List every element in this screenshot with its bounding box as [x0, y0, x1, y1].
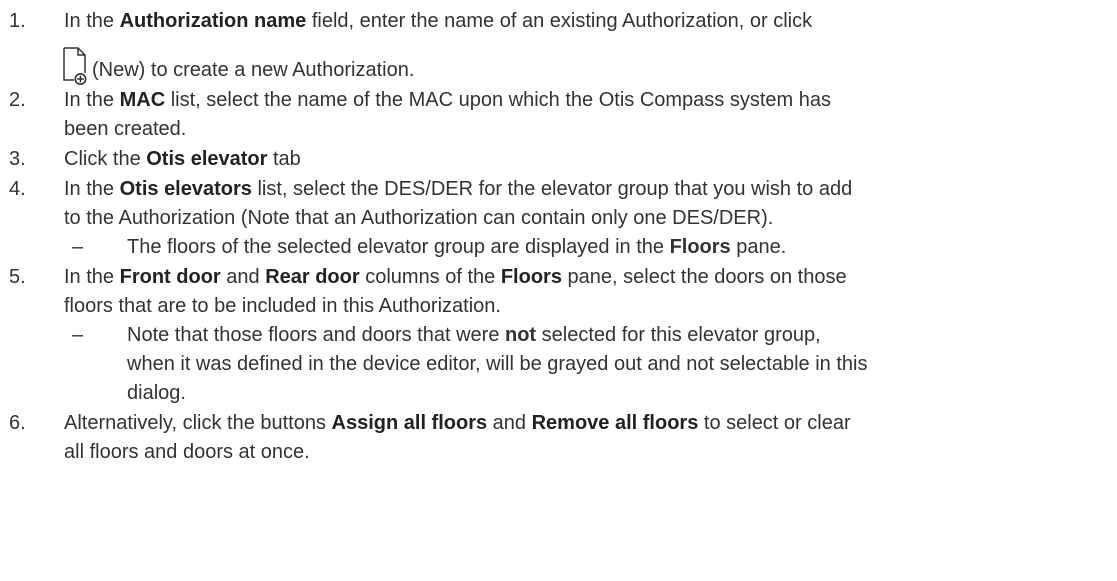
text-run: The floors of the selected elevator grou…: [127, 236, 670, 258]
subitem-text-continued: dialog.: [127, 382, 186, 404]
ui-term: Otis elevator: [146, 148, 268, 170]
bullet-dash: –: [72, 324, 84, 346]
new-icon-caption: (New) to create a new Authorization.: [92, 59, 415, 81]
ui-term: Remove all floors: [531, 412, 699, 434]
text-run: In the: [64, 10, 120, 32]
subitem-text-continued: when it was defined in the device editor…: [127, 353, 868, 375]
text-run: In the: [64, 266, 120, 288]
step-text: In the Front door and Rear door columns …: [64, 263, 1109, 292]
ui-term: not: [505, 324, 537, 346]
text-run: field, enter the name of an existing Aut…: [306, 10, 813, 32]
ui-term: Front door: [119, 266, 221, 288]
ui-term: MAC: [119, 89, 166, 111]
step-text: In the Otis elevators list, select the D…: [64, 175, 1109, 204]
step-number: 5.: [9, 266, 26, 288]
step-number: 6.: [9, 412, 26, 434]
step-number: 4.: [9, 178, 26, 200]
step-1: 1. In the Authorization name field, ente…: [9, 7, 1109, 85]
new-document-icon: [63, 47, 87, 85]
ui-term: Rear door: [265, 266, 360, 288]
step-4: 4. In the Otis elevators list, select th…: [9, 175, 1109, 262]
step-text: In the Authorization name field, enter t…: [64, 7, 1109, 36]
step-number: 2.: [9, 89, 26, 111]
step-2: 2. In the MAC list, select the name of t…: [9, 86, 1109, 144]
text-run: to select or clear: [698, 412, 851, 434]
step-4-subitem: – The floors of the selected elevator gr…: [64, 233, 1109, 262]
step-5: 5. In the Front door and Rear door colum…: [9, 263, 1109, 408]
text-run: and: [220, 266, 266, 288]
new-button-line: (New) to create a new Authorization.: [62, 36, 1109, 85]
text-run: In the: [64, 89, 120, 111]
step-5-subitem: – Note that those floors and doors that …: [64, 321, 1109, 408]
ui-term: Floors: [669, 236, 731, 258]
ui-term: Otis elevators: [119, 178, 252, 200]
step-text: Click the Otis elevator tab: [64, 145, 1109, 174]
step-text: In the MAC list, select the name of the …: [64, 86, 1109, 115]
ui-term: Assign all floors: [331, 412, 488, 434]
step-number: 1.: [9, 10, 26, 32]
text-run: pane.: [730, 236, 787, 258]
step-3: 3. Click the Otis elevator tab: [9, 145, 1109, 174]
text-run: selected for this elevator group,: [536, 324, 821, 346]
ui-term: Authorization name: [119, 10, 307, 32]
text-run: columns of the: [359, 266, 501, 288]
document-page: 1. In the Authorization name field, ente…: [0, 0, 1117, 581]
step-6: 6. Alternatively, click the buttons Assi…: [9, 409, 1109, 467]
step-text-continued: floors that are to be included in this A…: [64, 295, 501, 317]
text-run: list, select the name of the MAC upon wh…: [165, 89, 831, 111]
step-text: Alternatively, click the buttons Assign …: [64, 409, 1109, 438]
step-number: 3.: [9, 148, 26, 170]
text-run: tab: [267, 148, 301, 170]
text-run: and: [487, 412, 532, 434]
bullet-dash: –: [72, 236, 84, 258]
procedure-steps: 1. In the Authorization name field, ente…: [9, 7, 1109, 468]
step-text-continued: been created.: [64, 118, 187, 140]
text-run: Click the: [64, 148, 147, 170]
text-run: Note that those floors and doors that we…: [127, 324, 505, 346]
text-run: In the: [64, 178, 120, 200]
text-run: pane, select the doors on those: [561, 266, 847, 288]
step-text-continued: to the Authorization (Note that an Autho…: [64, 207, 774, 229]
step-text-continued: all floors and doors at once.: [64, 441, 310, 463]
ui-term: Floors: [500, 266, 562, 288]
text-run: Alternatively, click the buttons: [64, 412, 332, 434]
text-run: list, select the DES/DER for the elevato…: [251, 178, 853, 200]
